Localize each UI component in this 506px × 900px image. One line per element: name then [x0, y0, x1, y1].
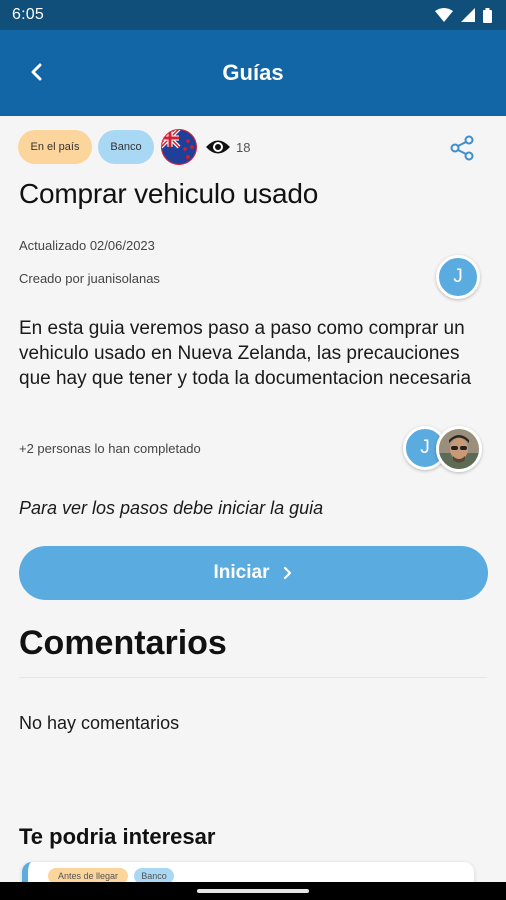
battery-icon — [483, 7, 492, 23]
wifi-icon — [435, 8, 453, 22]
start-guide-button[interactable]: Iniciar — [19, 546, 488, 600]
share-button[interactable] — [448, 134, 476, 162]
status-bar: 6:05 — [0, 0, 506, 30]
tag-row: En el país Banco 18 — [18, 129, 250, 165]
guide-title: Comprar vehiculo usado — [19, 178, 319, 209]
card-tag-category: Antes de llegar — [48, 868, 128, 882]
start-label: Iniciar — [213, 562, 270, 583]
new-zealand-flag-icon — [161, 129, 197, 165]
guide-description: En esta guia veremos paso a paso como co… — [19, 318, 472, 389]
completers-avatars[interactable]: J — [403, 426, 485, 472]
page-title: Guías — [222, 60, 284, 85]
status-time: 6:05 — [12, 6, 44, 23]
share-icon — [450, 135, 474, 161]
system-nav-bar — [0, 882, 506, 900]
creator-avatar[interactable]: J — [436, 255, 480, 299]
card-tag-topic: Banco — [134, 868, 174, 882]
tag-category[interactable]: En el país — [18, 130, 92, 164]
comments-heading: Comentarios — [19, 624, 227, 662]
views-count: 18 — [236, 139, 251, 155]
related-heading: Te podria interesar — [19, 824, 216, 849]
no-comments-text: No hay comentarios — [19, 713, 180, 733]
completed-count: +2 personas lo han completado — [19, 441, 201, 456]
related-guide-card[interactable]: Antes de llegar Banco — [22, 862, 474, 882]
guide-content[interactable]: En el país Banco 18 Comprar vehiculo usa… — [0, 116, 506, 882]
app-bar: Guías — [0, 30, 506, 116]
divider — [19, 677, 487, 678]
chevron-right-icon — [283, 566, 293, 580]
gesture-handle[interactable] — [197, 889, 309, 893]
start-hint: Para ver los pasos debe iniciar la guia — [19, 498, 324, 518]
signal-icon — [461, 8, 475, 22]
updated-date: Actualizado 02/06/2023 — [19, 238, 155, 253]
creator-label: Creado por juanisolanas — [19, 271, 160, 286]
views-counter: 18 — [205, 138, 250, 156]
avatar — [436, 426, 482, 472]
tag-topic[interactable]: Banco — [98, 130, 154, 164]
status-icons — [435, 7, 492, 23]
eye-icon — [206, 140, 230, 154]
